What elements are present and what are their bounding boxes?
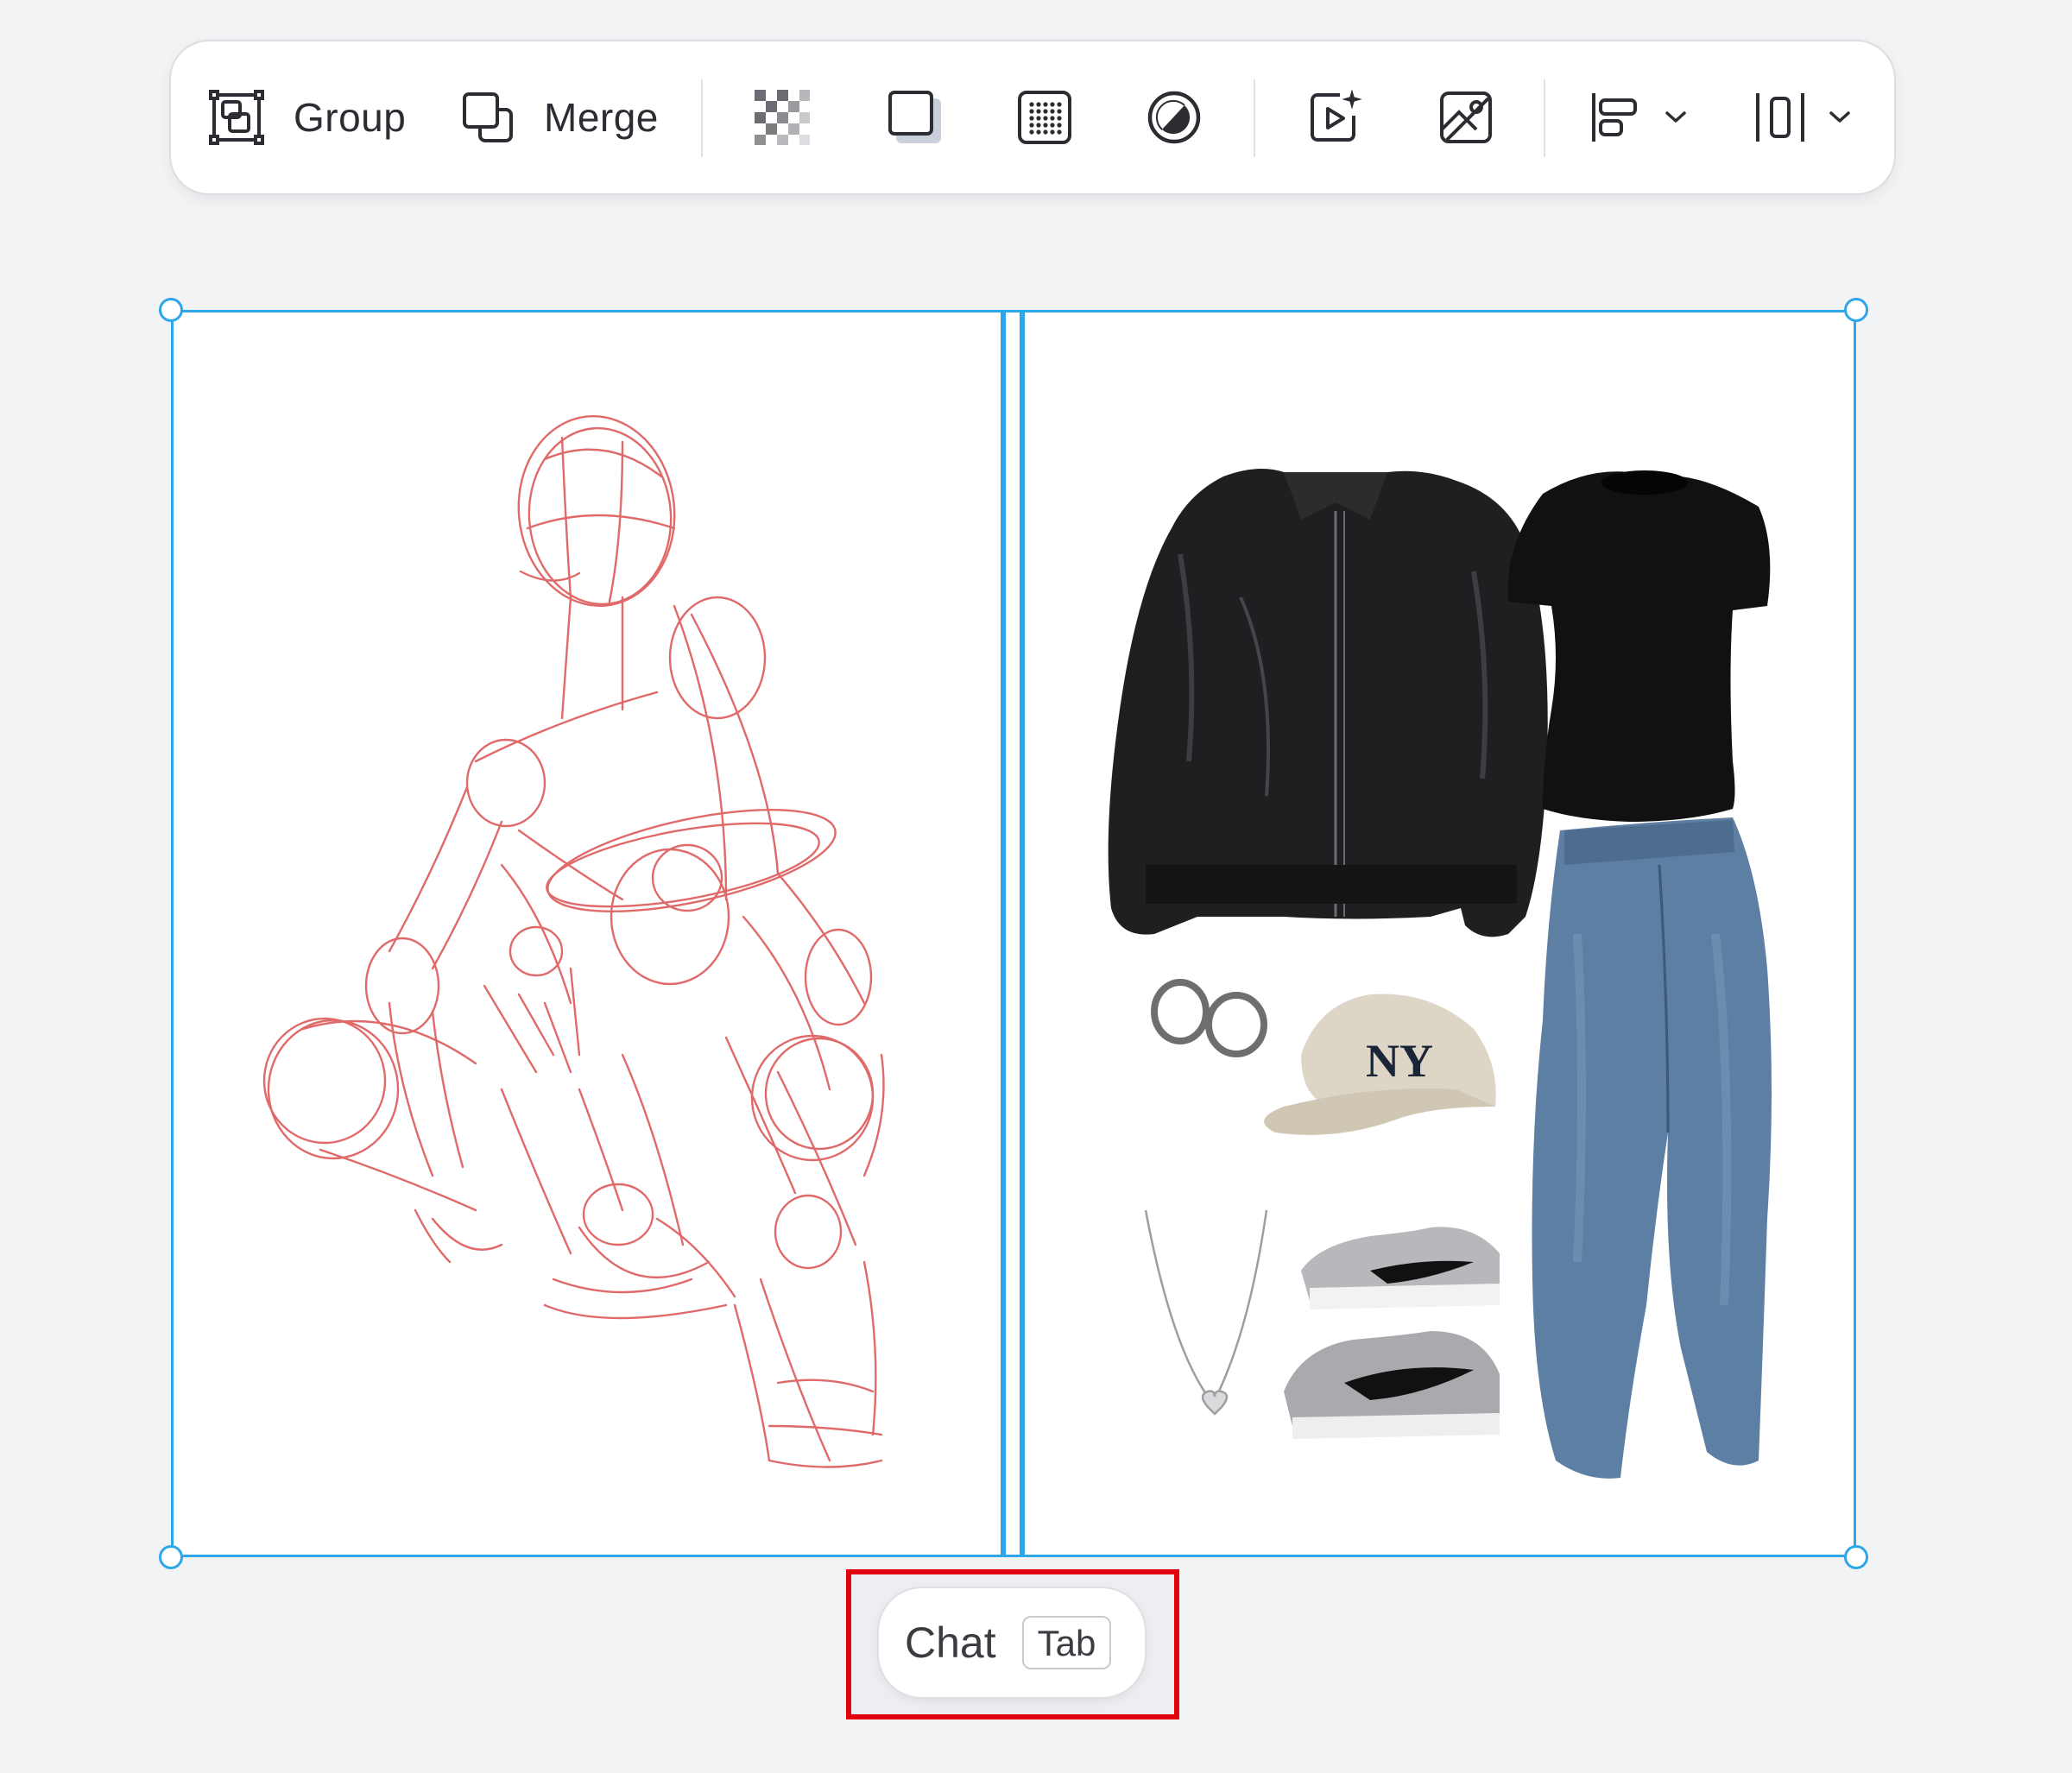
chat-label: Chat [905, 1618, 996, 1667]
image-edit-button[interactable] [1438, 41, 1494, 193]
merge-button[interactable]: Merge [461, 41, 659, 193]
toolbar-divider [1254, 79, 1255, 157]
adjust-button[interactable] [1147, 41, 1202, 193]
transparency-button[interactable] [755, 41, 810, 193]
shadow-button[interactable] [888, 41, 943, 193]
ai-video-button[interactable] [1307, 41, 1362, 193]
transparency-checker-icon [755, 90, 810, 145]
toolbar-divider [1544, 79, 1545, 157]
resize-handle-top-left[interactable] [159, 298, 183, 322]
tab-shortcut-badge: Tab [1021, 1616, 1112, 1669]
distribute-icon [1756, 93, 1804, 142]
align-left-icon [1592, 93, 1637, 142]
chat-button[interactable]: Chat Tab [877, 1587, 1147, 1699]
group-button[interactable]: Group [209, 41, 406, 193]
grid-button[interactable] [1017, 41, 1072, 193]
image-edit-icon [1440, 91, 1492, 143]
selection-box [171, 310, 1856, 1557]
resize-handle-top-right[interactable] [1844, 298, 1868, 322]
floating-toolbar: Group Merge [169, 40, 1896, 195]
group-icon [209, 90, 264, 145]
shadow-square-icon [888, 91, 941, 143]
dot-grid-icon [1018, 91, 1071, 144]
align-dropdown[interactable] [1589, 41, 1687, 193]
resize-handle-bottom-left[interactable] [159, 1545, 183, 1569]
canvas-stage: Group Merge NY Chat Tab [0, 0, 2072, 1773]
group-label: Group [294, 95, 407, 140]
distribute-dropdown[interactable] [1753, 41, 1851, 193]
toolbar-divider [701, 79, 703, 157]
resize-handle-bottom-right[interactable] [1844, 1545, 1868, 1569]
merge-label: Merge [544, 95, 659, 140]
chevron-down-icon [1829, 111, 1850, 123]
ai-video-icon [1311, 90, 1362, 142]
contrast-adjust-icon [1147, 91, 1201, 144]
merge-icon [463, 92, 513, 142]
chevron-down-icon [1665, 111, 1686, 123]
